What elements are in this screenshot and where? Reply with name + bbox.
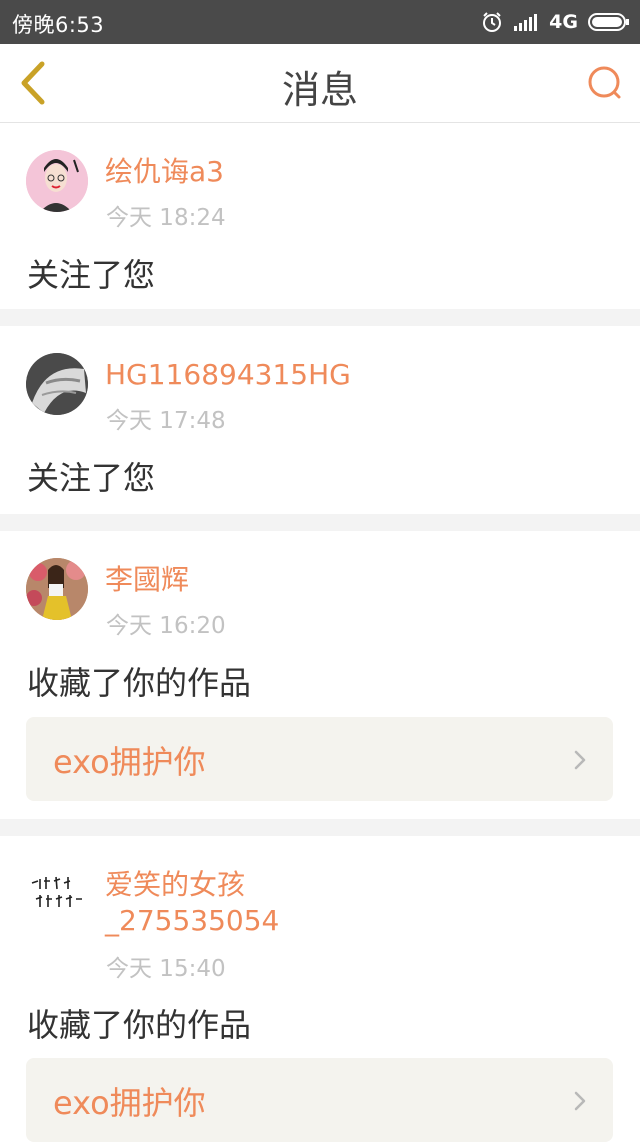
- timestamp: 今天 17:48: [106, 408, 226, 434]
- notification-item: 爱笑的女孩 _275535054 今天 15:40 收藏了你的作品 exo拥护你: [0, 836, 640, 1142]
- notification-list: 绘仇诲a3 今天 18:24 关注了您 HG116894315HG 今天 17:…: [0, 123, 640, 1142]
- page-title: 消息: [281, 68, 358, 112]
- user-name-line-2[interactable]: _275535054: [105, 903, 279, 939]
- network-label: 4G: [549, 11, 578, 33]
- status-time: 傍晚6:53: [12, 13, 105, 37]
- avatar-image: [26, 353, 88, 415]
- status-icons: 4G: [481, 0, 630, 44]
- battery-icon: [588, 13, 629, 31]
- signal-icon: [514, 14, 538, 31]
- notification-item: 李國辉 今天 16:20 收藏了你的作品 exo拥护你: [0, 531, 640, 819]
- separator: [0, 514, 640, 531]
- work-title: exo拥护你: [53, 743, 206, 781]
- search-button[interactable]: [586, 64, 624, 102]
- avatar[interactable]: [26, 353, 88, 415]
- user-name-line-1[interactable]: 爱笑的女孩: [105, 867, 245, 903]
- separator: [0, 819, 640, 836]
- work-card[interactable]: exo拥护你: [26, 717, 613, 801]
- user-name[interactable]: 绘仇诲a3: [105, 154, 224, 190]
- chevron-right-icon: [574, 750, 586, 770]
- status-bar: 傍晚6:53 4G: [0, 0, 640, 44]
- work-title: exo拥护你: [53, 1084, 206, 1122]
- avatar-image: [26, 863, 88, 925]
- nav-bar: 消息: [0, 44, 640, 123]
- avatar[interactable]: [26, 558, 88, 620]
- notification-text: 关注了您: [27, 459, 156, 497]
- avatar-image: [26, 558, 88, 620]
- work-card[interactable]: exo拥护你: [26, 1058, 613, 1142]
- user-name[interactable]: 李國辉: [105, 562, 189, 598]
- separator: [0, 309, 640, 326]
- timestamp: 今天 18:24: [106, 205, 226, 231]
- timestamp: 今天 15:40: [106, 956, 226, 982]
- notification-item: 绘仇诲a3 今天 18:24 关注了您: [0, 123, 640, 309]
- search-icon: [588, 66, 621, 99]
- user-name[interactable]: HG116894315HG: [105, 357, 351, 393]
- notification-text: 收藏了你的作品: [27, 1006, 252, 1044]
- timestamp: 今天 16:20: [106, 613, 226, 639]
- notification-item: HG116894315HG 今天 17:48 关注了您: [0, 326, 640, 514]
- alarm-icon: [483, 12, 502, 32]
- notification-text: 关注了您: [27, 256, 156, 294]
- avatar-image: [26, 150, 88, 212]
- notification-text: 收藏了你的作品: [27, 664, 252, 702]
- chevron-right-icon: [574, 1091, 586, 1111]
- avatar[interactable]: [26, 150, 88, 212]
- avatar[interactable]: [26, 863, 88, 925]
